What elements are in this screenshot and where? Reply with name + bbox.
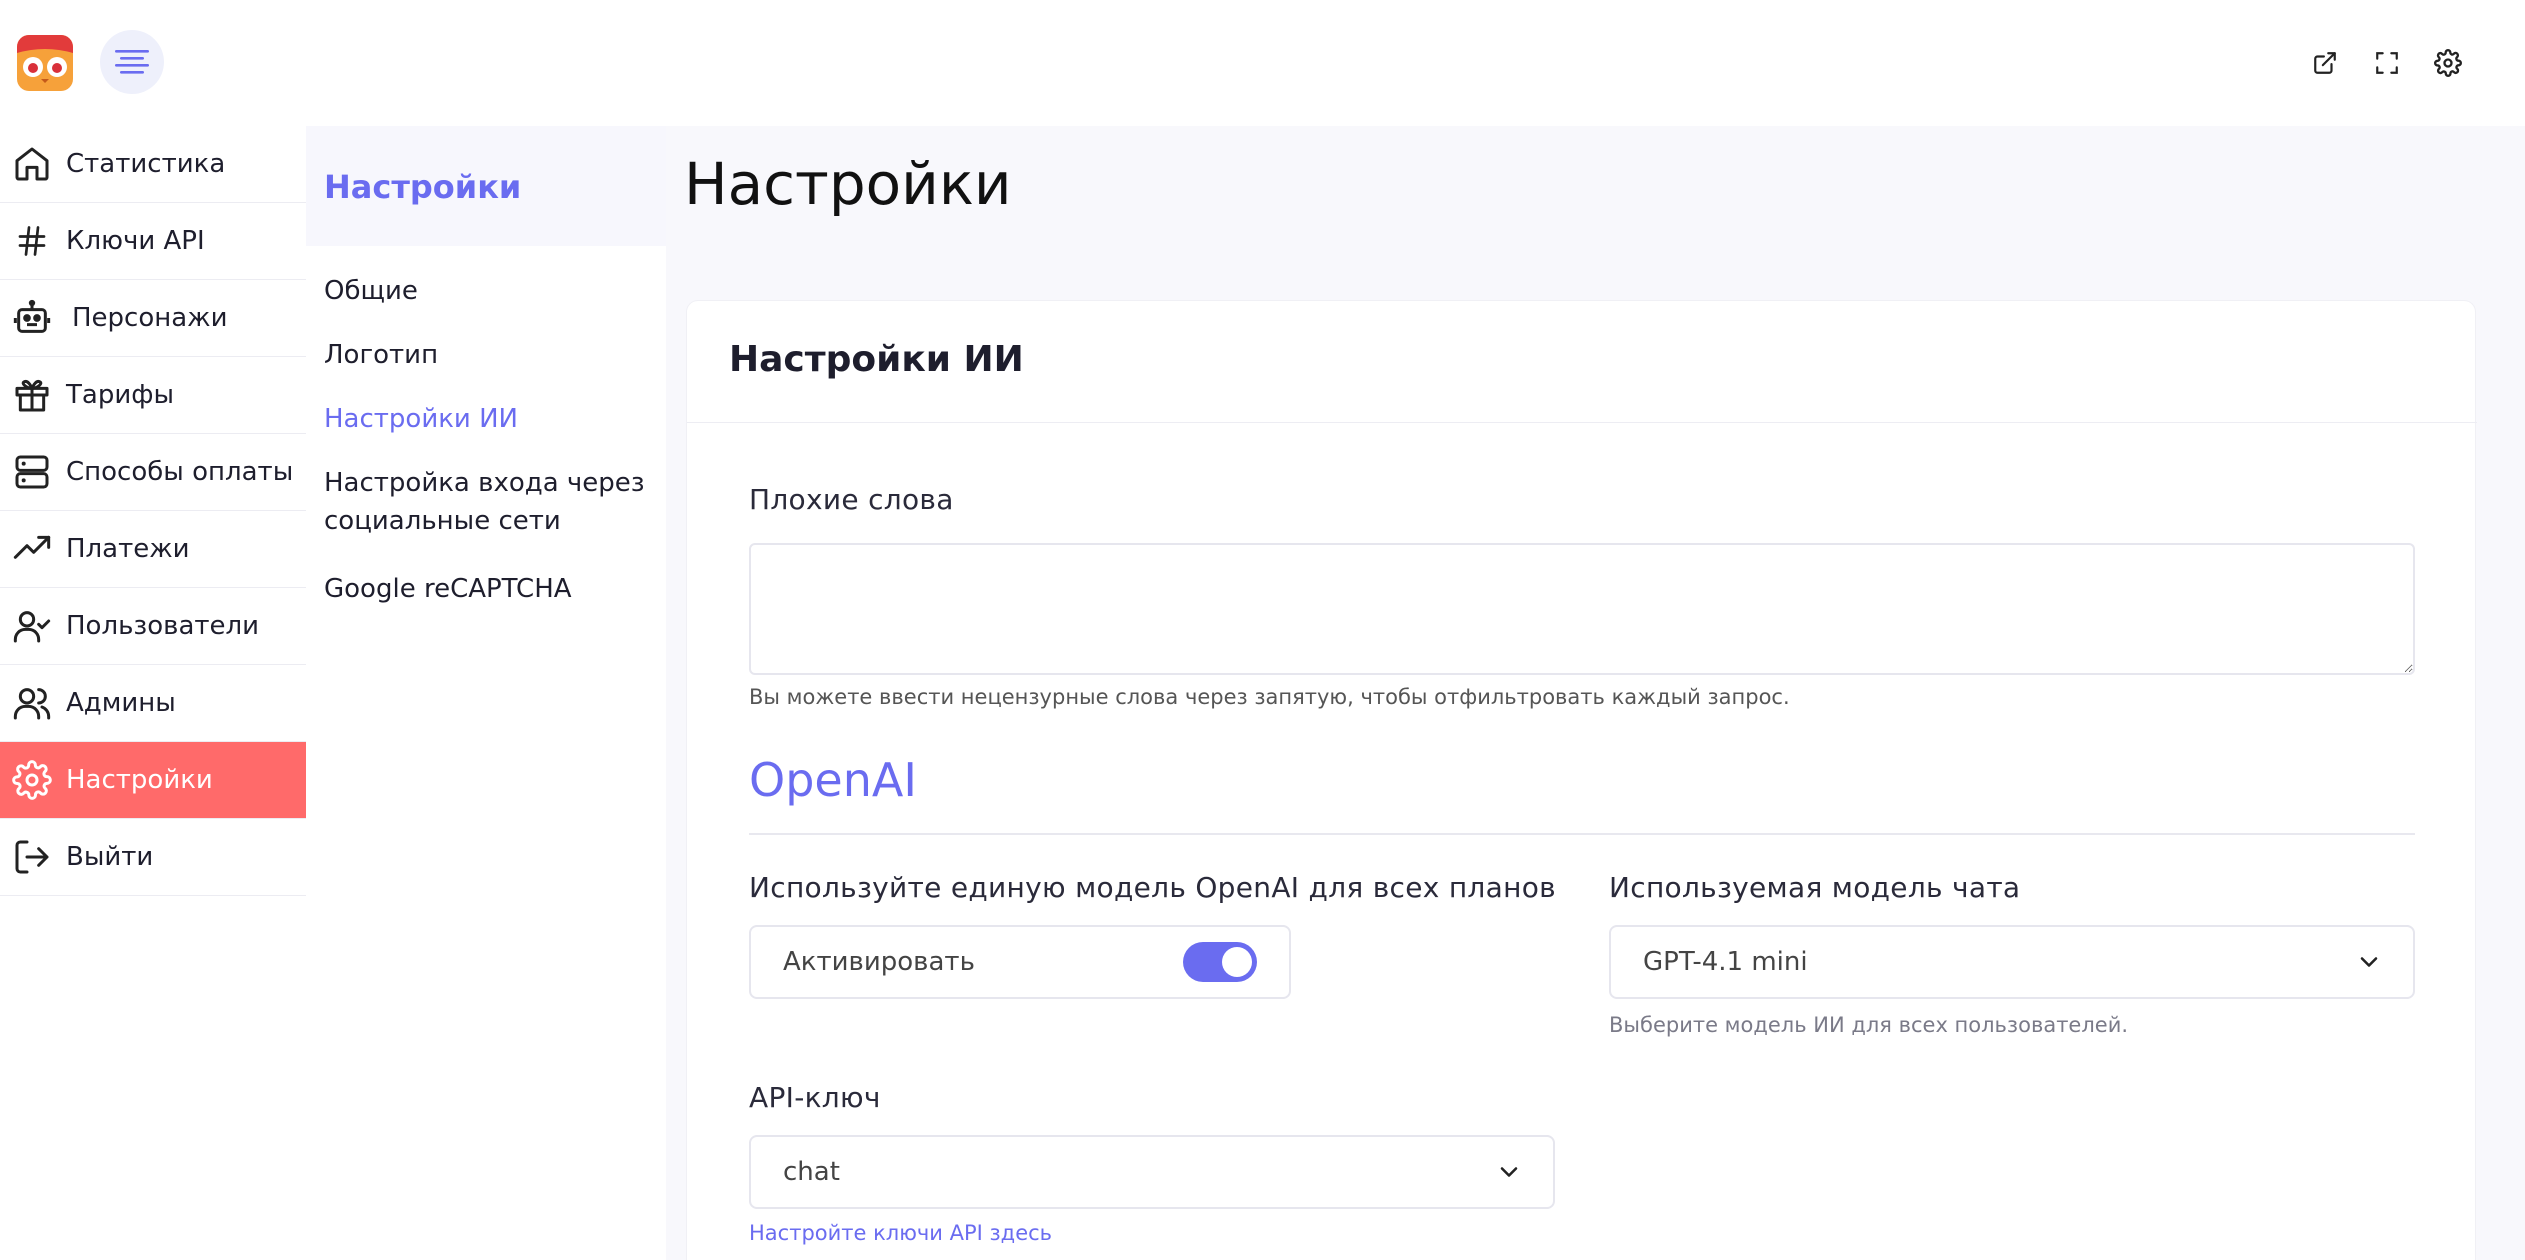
ai-settings-card: Настройки ИИ Плохие слова Вы можете ввес… [686,300,2477,1260]
sidebar-item-label: Настройки [66,765,213,795]
sidebar-item-label: Способы оплаты [66,457,294,487]
card-title: Настройки ИИ [729,339,1024,380]
trending-up-icon [4,521,60,577]
single-model-label: Используйте единую модель OpenAI для все… [749,871,1556,904]
menu-lines-icon [115,50,149,74]
api-keys-setup-link[interactable]: Настройте ключи API здесь [749,1221,1052,1245]
gift-icon [4,367,60,423]
toggle-label: Активировать [783,947,975,977]
subnav-item-general[interactable]: Общие [324,272,654,310]
app-logo[interactable] [17,35,73,91]
top-actions [2305,43,2525,83]
users-icon [4,675,60,731]
external-link-button[interactable] [2305,43,2345,83]
page-title: Настройки [684,150,1012,218]
menu-toggle-button[interactable] [100,30,164,94]
bad-words-label: Плохие слова [749,483,954,516]
sidebar: Статистика Ключи API Персонажи Тарифы Сп… [0,126,306,896]
sidebar-item-payments[interactable]: Платежи [0,511,306,588]
sidebar-item-payment-methods[interactable]: Способы оплаты [0,434,306,511]
sidebar-item-statistics[interactable]: Статистика [0,126,306,203]
subnav-header: Настройки [306,126,666,246]
section-divider [749,833,2415,835]
subnav-title: Настройки [324,168,522,206]
sidebar-item-settings[interactable]: Настройки [0,742,306,819]
openai-section-title: OpenAI [749,753,917,807]
fullscreen-icon [2376,52,2398,74]
settings-button[interactable] [2428,43,2468,83]
user-check-icon [4,598,60,654]
single-model-toggle[interactable] [1183,942,1257,982]
gear-icon [2434,49,2462,77]
settings-subnav: Настройки Общие Логотип Настройки ИИ Нас… [306,126,666,1260]
sidebar-item-users[interactable]: Пользователи [0,588,306,665]
sidebar-item-characters[interactable]: Персонажи [0,280,306,357]
sidebar-item-label: Ключи API [66,226,205,256]
chat-model-label: Используемая модель чата [1609,871,2021,904]
toggle-knob [1222,947,1252,977]
chat-model-select[interactable]: GPT-4.1 mini [1609,925,2415,999]
chat-model-selected: GPT-4.1 mini [1643,947,1808,977]
sidebar-item-label: Выйти [66,842,154,872]
sidebar-item-api-keys[interactable]: Ключи API [0,203,306,280]
gear-icon [4,752,60,808]
logout-icon [4,829,60,885]
bad-words-textarea[interactable] [749,543,2415,675]
home-icon [4,136,60,192]
top-bar [0,0,2525,126]
subnav-item-logo[interactable]: Логотип [324,336,654,374]
hash-icon [4,213,60,269]
sidebar-item-label: Тарифы [66,380,174,410]
chat-model-help: Выберите модель ИИ для всех пользователе… [1609,1013,2129,1037]
card-header: Настройки ИИ [687,301,2477,423]
sidebar-item-label: Статистика [66,149,226,179]
sidebar-item-label: Персонажи [72,303,228,333]
subnav-item-ai-settings[interactable]: Настройки ИИ [324,400,654,438]
fullscreen-button[interactable] [2367,43,2407,83]
api-key-select[interactable]: chat [749,1135,1555,1209]
main-content: Настройки Настройки ИИ Плохие слова Вы м… [666,126,2525,1260]
single-model-toggle-box: Активировать [749,925,1291,999]
chevron-down-icon [1500,1167,1518,1177]
sidebar-item-label: Платежи [66,534,190,564]
api-key-selected: chat [783,1157,840,1187]
server-icon [4,444,60,500]
sidebar-item-plans[interactable]: Тарифы [0,357,306,434]
sidebar-item-logout[interactable]: Выйти [0,819,306,896]
chevron-down-icon [2360,957,2378,967]
sidebar-item-label: Админы [66,688,176,718]
robot-icon [4,290,60,346]
external-link-icon [2314,52,2336,74]
sidebar-item-label: Пользователи [66,611,260,641]
api-key-label: API-ключ [749,1081,881,1114]
sidebar-item-admins[interactable]: Админы [0,665,306,742]
subnav-item-social-login[interactable]: Настройка входа через социальные сети [324,464,654,540]
bad-words-help: Вы можете ввести нецензурные слова через… [749,685,1790,709]
subnav-item-recaptcha[interactable]: Google reCAPTCHA [324,570,654,608]
